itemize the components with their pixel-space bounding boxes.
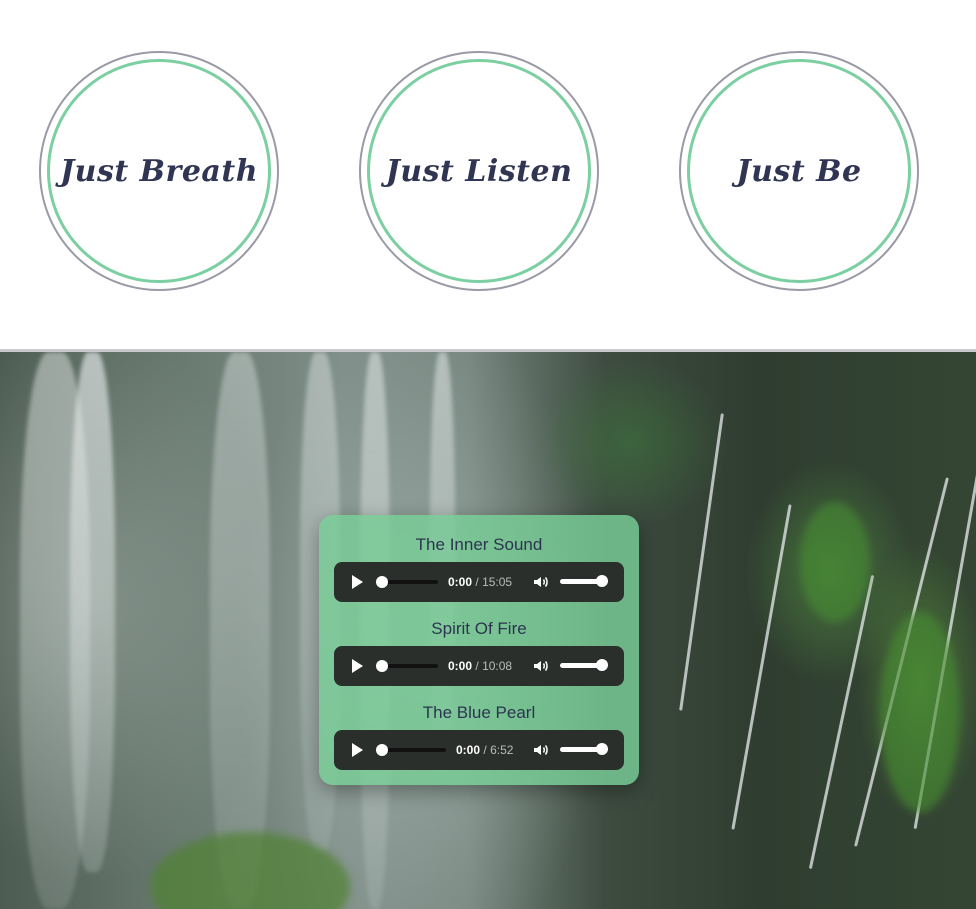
waterfall-stream [70,352,115,872]
volume-handle[interactable] [596,743,608,755]
play-icon[interactable] [352,659,363,673]
current-time: 0:00 [448,659,473,673]
seek-bar[interactable] [376,744,446,756]
track-title: Spirit Of Fire [431,619,527,638]
duration: 6:52 [490,743,514,757]
circle-label: Just Be [736,153,862,189]
header-section: Just Breath Just Listen Just Be [0,0,976,350]
seek-handle[interactable] [376,576,388,588]
seek-handle[interactable] [376,660,388,672]
track-title: The Blue Pearl [422,703,536,722]
circle-label: Just Listen [385,153,573,189]
time-separator: / [475,575,479,589]
time-separator: / [483,743,487,757]
seek-bar[interactable] [376,576,438,588]
time-separator: / [475,659,479,673]
circle-inner-ring: Just Breath [47,59,271,283]
volume-slider[interactable] [560,743,608,755]
circle-label: Just Breath [59,153,259,189]
time-display: 0:00 / 6:52 [456,742,513,758]
foliage [800,502,870,622]
time-display: 0:00 / 10:08 [448,658,512,674]
volume-icon[interactable] [532,657,550,675]
current-time: 0:00 [456,743,481,757]
circle-inner-ring: Just Listen [367,59,591,283]
audio-player[interactable]: 0:00 / 6:52 [334,730,624,770]
duration: 10:08 [482,659,513,673]
current-time: 0:00 [448,575,473,589]
play-icon[interactable] [352,575,363,589]
circle-inner-ring: Just Be [687,59,911,283]
track-item: The Inner Sound 0:00 / 15:05 [334,534,624,602]
waterfall-stream [210,352,270,909]
time-display: 0:00 / 15:05 [448,574,512,590]
volume-slider[interactable] [560,575,608,587]
track-title: The Inner Sound [415,535,543,554]
volume-handle[interactable] [596,575,608,587]
track-item: The Blue Pearl 0:00 / 6:52 [334,702,624,770]
duration: 15:05 [482,575,513,589]
circle-just-breath[interactable]: Just Breath [39,51,279,291]
foliage [880,612,960,812]
water-trickle [731,504,792,830]
audio-player[interactable]: 0:00 / 10:08 [334,646,624,686]
volume-icon[interactable] [532,573,550,591]
volume-slider[interactable] [560,659,608,671]
audio-playlist-card: The Inner Sound 0:00 / 15:05 Spirit Of F… [319,515,639,785]
play-icon[interactable] [352,743,363,757]
circle-just-be[interactable]: Just Be [679,51,919,291]
volume-icon[interactable] [532,741,550,759]
volume-handle[interactable] [596,659,608,671]
seek-handle[interactable] [376,744,388,756]
circle-just-listen[interactable]: Just Listen [359,51,599,291]
track-item: Spirit Of Fire 0:00 / 10:08 [334,618,624,686]
audio-player[interactable]: 0:00 / 15:05 [334,562,624,602]
water-trickle [679,413,724,711]
seek-bar[interactable] [376,660,438,672]
